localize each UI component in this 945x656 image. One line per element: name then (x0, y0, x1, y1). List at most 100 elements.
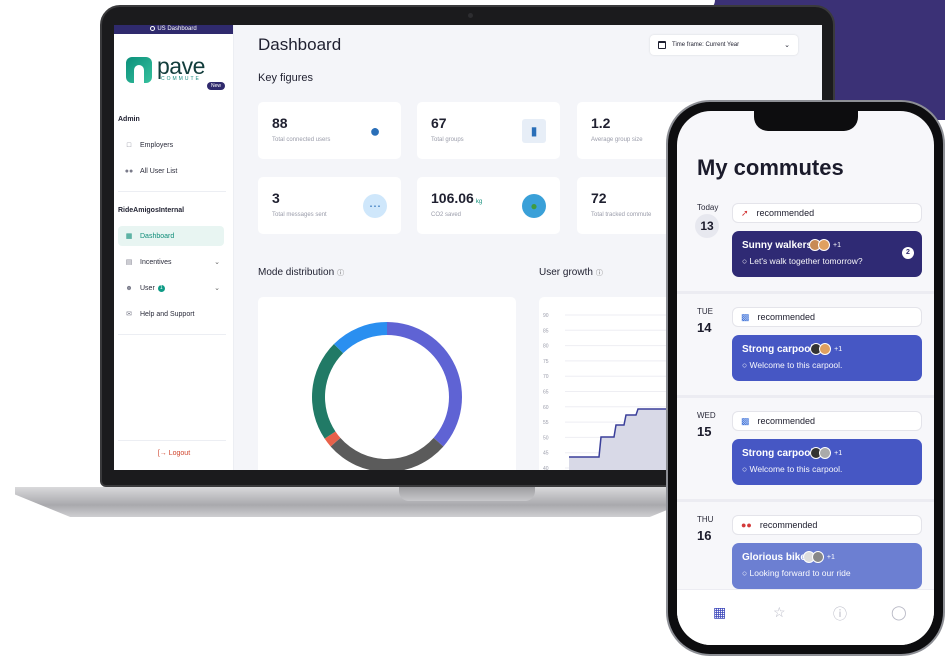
globe-icon (150, 26, 156, 31)
stat-value: 88 (272, 115, 288, 131)
sidebar-item-employers[interactable]: □ Employers (118, 135, 224, 155)
sidebar-item-user[interactable]: ☻ User 1 ⌄ (118, 278, 224, 298)
new-badge: New (207, 82, 226, 90)
sidebar-item-label: Employers (140, 141, 174, 149)
sidebar-item-all-user-list[interactable]: ●● All User List (118, 161, 224, 181)
avatar (818, 239, 831, 251)
avatar (819, 447, 832, 459)
chat-icon: ○ (742, 464, 750, 474)
mode-distribution-donut (312, 322, 462, 470)
recommended-chip[interactable]: ➚ recommended (732, 203, 922, 223)
help-icon[interactable]: ⓘ (833, 604, 847, 624)
users-icon: ●● (124, 167, 134, 175)
pave-logo-icon (126, 57, 152, 83)
recommended-label: recommended (757, 312, 816, 322)
message-text: Welcome to this carpool. (749, 464, 843, 474)
y-tick-label: 40 (543, 466, 549, 470)
commute-card-title: Sunny walkers +1 (742, 239, 912, 251)
car-icon: ▩ (741, 311, 750, 322)
sidebar-item-label: User (140, 284, 155, 292)
star-icon[interactable]: ☆ (773, 604, 786, 621)
sidebar-divider (118, 440, 226, 441)
profile-icon[interactable]: ◯ (891, 604, 907, 621)
donut-slice[interactable] (387, 322, 462, 447)
mode-distribution-label: Mode distribution (258, 267, 335, 278)
donut-slice[interactable] (330, 437, 444, 470)
recommended-label: recommended (756, 208, 815, 218)
recommended-label: recommended (759, 520, 818, 530)
commute-card[interactable]: Glorious bike +1 ○ Looking forward to our… (732, 543, 922, 589)
stat-value: 67 (431, 115, 447, 131)
commute-card[interactable]: Strong carpool +1 ○ Welcome to this carpo… (732, 335, 922, 381)
mode-distribution-title: Mode distribution ⓘ (258, 267, 344, 278)
calendar-icon[interactable]: ▦ (713, 604, 726, 621)
y-tick-label: 80 (543, 344, 549, 350)
laptop-notch (399, 487, 535, 501)
stat-label: Total messages sent (272, 212, 327, 218)
timeframe-select[interactable]: Time frame: Current Year ⌄ (650, 35, 798, 55)
calendar-icon (658, 41, 666, 49)
sidebar-item-label: All User List (140, 167, 178, 175)
extra-members: +1 (834, 449, 843, 457)
commute-card[interactable]: Strong carpool +1 ○ Welcome to this carpo… (732, 439, 922, 485)
day-separator (677, 291, 934, 294)
commute-card-title: Strong carpool +1 (742, 343, 912, 355)
logout-button[interactable]: [→ Logout (114, 450, 234, 457)
group-name: Strong carpool (742, 447, 814, 459)
gift-icon: ▤ (125, 259, 133, 266)
stat-value: 106.06 kg (431, 190, 482, 206)
y-tick-label: 50 (543, 435, 549, 441)
timeframe-label: Time frame: Current Year (672, 42, 740, 48)
sidebar-item-dashboard[interactable]: ▦ Dashboard (118, 226, 224, 246)
stat-card-co2: 106.06 kg CO2 saved ● (417, 177, 560, 234)
key-figures-heading: Key figures (258, 72, 314, 84)
recommended-chip[interactable]: ▩ recommended (732, 411, 922, 431)
sidebar: US Dashboard pave COMMUTE New Admin □ Emp… (114, 25, 234, 470)
co2-unit: kg (475, 199, 483, 205)
stat-card-messages: 3 Total messages sent ⋯ (258, 177, 401, 234)
group-name: Sunny walkers (742, 239, 813, 251)
stat-label: Total tracked commute (591, 212, 652, 218)
y-tick-label: 75 (543, 359, 549, 365)
group-name: Strong carpool (742, 343, 814, 355)
chevron-down-icon: ⌄ (214, 285, 220, 292)
day-label: Today (697, 203, 719, 212)
sidebar-heading-internal: RideAmigosInternal (118, 207, 185, 214)
help-icon[interactable]: ⓘ (596, 270, 603, 277)
walk-icon: ➚ (741, 207, 749, 218)
help-icon[interactable]: ⓘ (337, 270, 344, 277)
day-separator (677, 499, 934, 502)
stat-label: Total groups (431, 137, 464, 143)
user-growth-title: User growth ⓘ (539, 267, 603, 278)
my-commutes-title: My commutes (697, 155, 844, 180)
donut-slice[interactable] (312, 343, 344, 439)
day-separator (677, 395, 934, 398)
car-icon: ▩ (741, 415, 750, 426)
chevron-down-icon: ⌄ (214, 259, 220, 266)
commute-card[interactable]: Sunny walkers +1 ○ Let's walk together to… (732, 231, 922, 277)
y-tick-label: 85 (543, 328, 549, 334)
chevron-down-icon: ⌄ (784, 42, 790, 49)
mode-distribution-panel (258, 297, 516, 470)
bike-icon: ●● (741, 520, 752, 530)
sidebar-item-incentives[interactable]: ▤ Incentives ⌄ (118, 252, 224, 272)
us-dashboard-banner[interactable]: US Dashboard (114, 25, 233, 34)
commute-card-message: ○ Let's walk together tomorrow? (742, 256, 912, 266)
user-icon: ☻ (125, 284, 133, 292)
extra-members: +1 (834, 345, 843, 353)
laptop-base (15, 487, 705, 517)
stat-label: Total connected users (272, 137, 331, 143)
dashboard-icon: ▦ (125, 233, 133, 240)
sidebar-item-label: Dashboard (140, 232, 175, 240)
day-tue: TUE 14 (697, 307, 723, 335)
recommended-chip[interactable]: ●● recommended (732, 515, 922, 535)
stat-label: CO2 saved (431, 212, 462, 218)
sidebar-item-label: Incentives (140, 258, 172, 266)
recommended-chip[interactable]: ▩ recommended (732, 307, 922, 327)
day-date: 15 (697, 424, 712, 439)
stat-card-users: 88 Total connected users ● (258, 102, 401, 159)
banner-label: US Dashboard (157, 26, 197, 32)
sidebar-item-help[interactable]: ✉ Help and Support (118, 304, 224, 324)
unread-count-badge: 2 (902, 247, 914, 259)
donut-slice[interactable] (333, 322, 387, 354)
